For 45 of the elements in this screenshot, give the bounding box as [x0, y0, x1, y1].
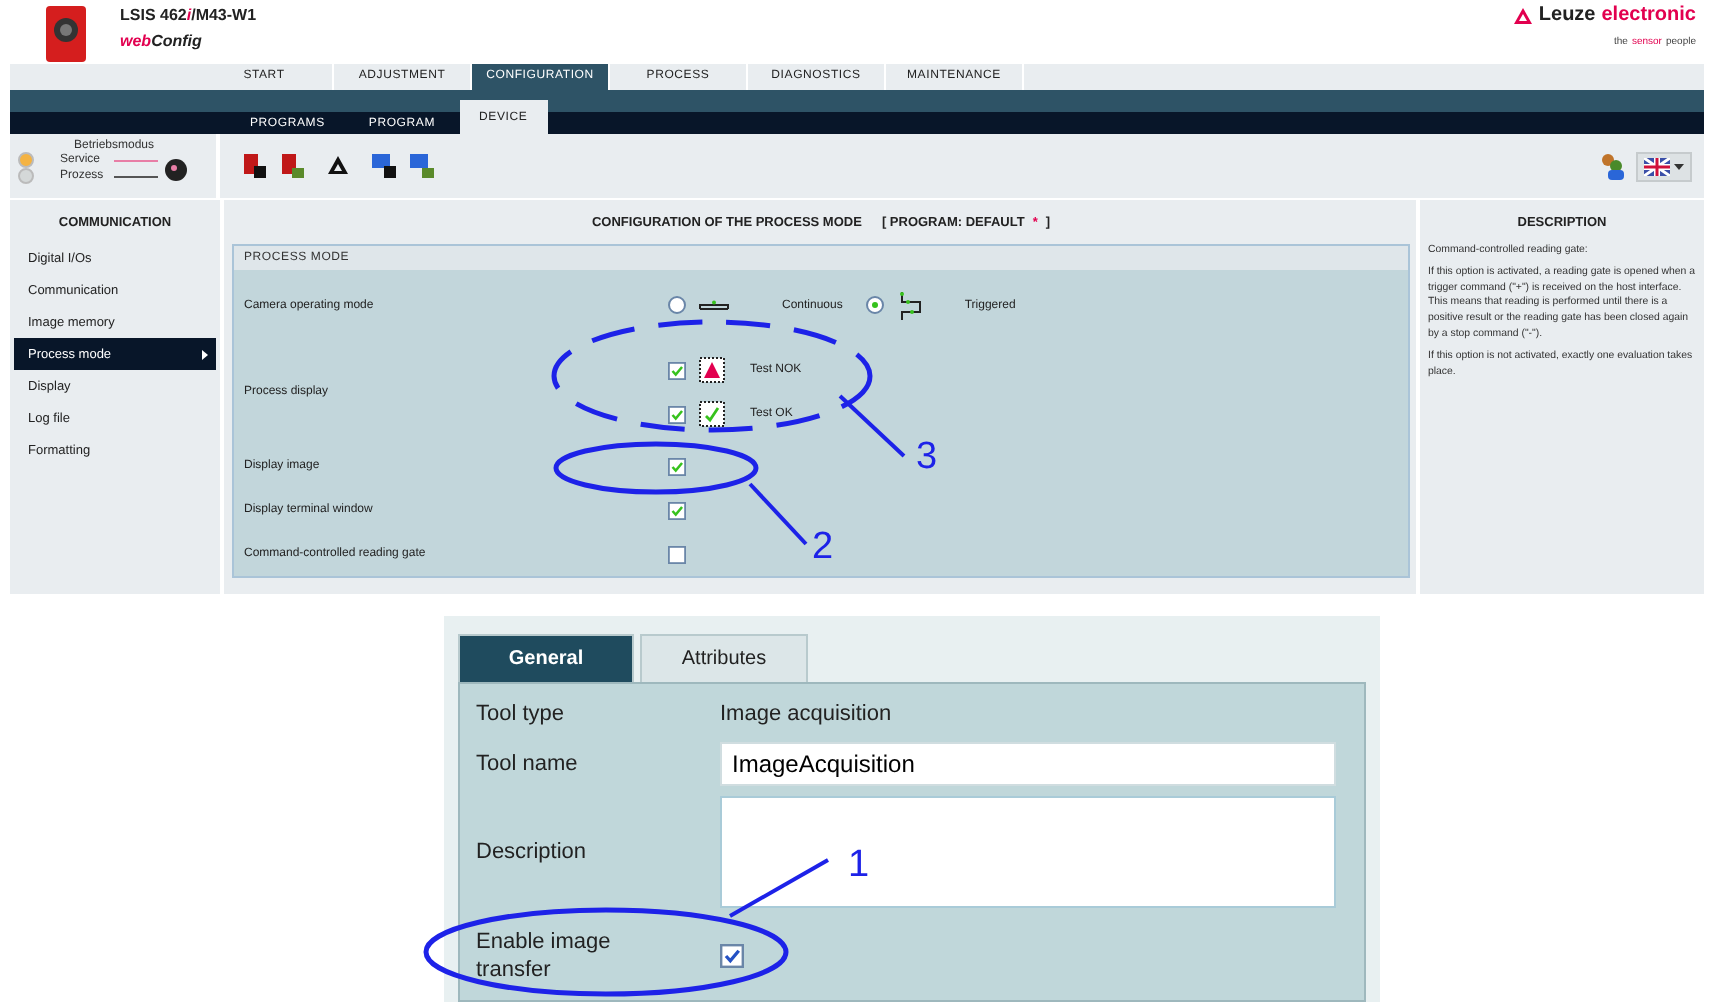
field-label: Tool type: [476, 699, 567, 729]
device-load-icon[interactable]: [278, 152, 306, 181]
field-value: Image acquisition: [720, 702, 892, 726]
checkbox[interactable]: [668, 361, 686, 379]
brand-word: electronic: [1601, 4, 1696, 26]
radio-button[interactable]: [866, 296, 885, 314]
callout-number: 3: [916, 438, 938, 476]
dialog-tab[interactable]: General: [458, 634, 634, 682]
caret-icon: [1674, 163, 1684, 170]
checkbox[interactable]: [668, 457, 686, 475]
callout-number: 1: [848, 846, 870, 884]
checkbox[interactable]: [668, 501, 686, 519]
check-film-icon: [698, 400, 726, 428]
callout-number: 2: [812, 528, 834, 566]
checkbox[interactable]: [668, 405, 686, 423]
leader-line: [748, 482, 808, 546]
app-name: webConfig: [120, 32, 204, 50]
arrow-icon: [202, 349, 208, 359]
field-label: Tool name: [476, 749, 580, 779]
product-title: i: [186, 6, 192, 24]
leader-line: [838, 394, 906, 458]
product-title: /M43-W1: [191, 6, 257, 24]
brand-word: Leuze: [1538, 4, 1596, 26]
conveyor-icon: [698, 300, 730, 310]
warning-film-icon: [698, 356, 726, 384]
dialog-tab[interactable]: Attributes: [640, 634, 808, 682]
flag-icon: [1644, 157, 1670, 176]
mode-wire: [114, 175, 158, 178]
checkbox[interactable]: [720, 944, 744, 968]
camera-device-icon: [40, 4, 92, 64]
field-label: Description: [476, 837, 589, 867]
mode-wire: [114, 159, 158, 162]
selector-knob[interactable]: [164, 158, 188, 183]
input-field[interactable]: ImageAcquisition: [720, 742, 1336, 786]
field-label: Enable image transfer: [476, 927, 613, 985]
users-icon[interactable]: [1598, 152, 1626, 181]
leader-line: [729, 858, 829, 918]
radio-button[interactable]: [668, 296, 686, 314]
language-button[interactable]: [1636, 151, 1692, 182]
pc-load-icon[interactable]: [408, 152, 436, 181]
brand-triangle-icon: [1514, 7, 1533, 23]
product-title: LSIS 462: [120, 6, 187, 24]
device-save-icon[interactable]: [240, 152, 268, 181]
checkbox[interactable]: [668, 545, 686, 563]
pc-save-icon[interactable]: [370, 152, 398, 181]
